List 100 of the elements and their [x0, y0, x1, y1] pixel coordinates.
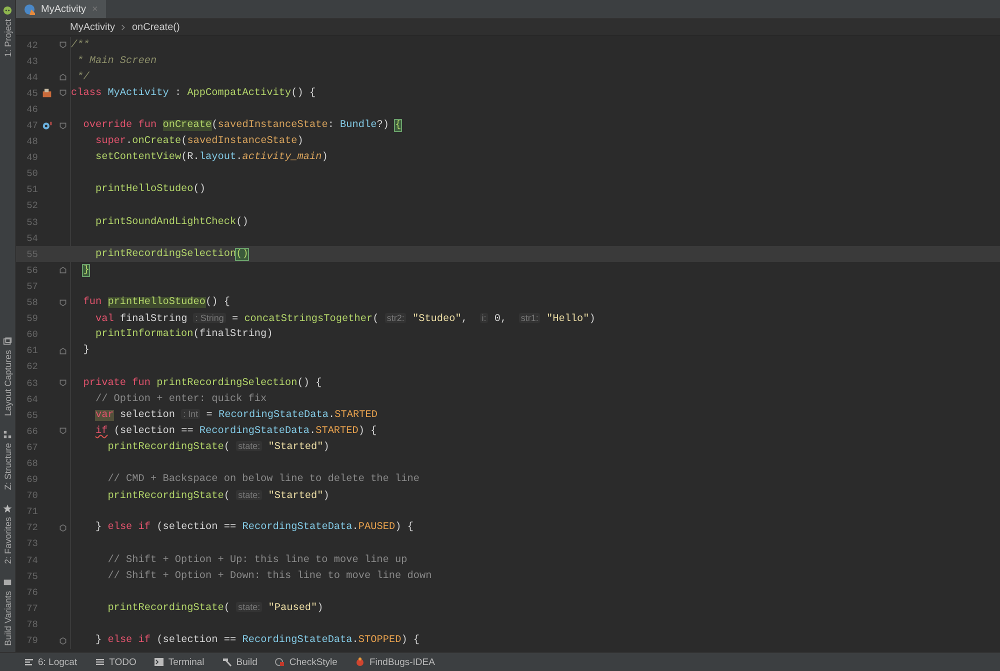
code-text: * Main Screen	[76, 56, 157, 67]
chevron-icon	[121, 24, 126, 30]
line-number: 50	[26, 168, 38, 180]
line-number: 78	[26, 618, 38, 630]
line-number: 70	[26, 490, 38, 502]
line-number: 69	[26, 474, 38, 486]
code-text: printRecordingState( state: "Started")	[106, 490, 330, 502]
fold-marker-icon[interactable]	[59, 524, 67, 532]
line-number: 61	[26, 345, 38, 356]
tool-window-button[interactable]: Z: Structure	[2, 428, 12, 492]
override-marker-icon[interactable]	[42, 120, 52, 131]
line-number: 68	[26, 458, 38, 469]
line-number: 48	[26, 136, 38, 148]
line-number: 45	[26, 88, 38, 99]
fold-marker-icon[interactable]	[59, 427, 67, 436]
code-text: private fun printRecordingSelection() {	[82, 378, 322, 389]
fold-marker-icon[interactable]	[59, 89, 67, 98]
code-text: /**	[71, 40, 90, 51]
tool-window-button[interactable]: 6: Logcat	[22, 656, 80, 668]
kotlin-file-icon	[24, 4, 35, 14]
line-number: 58	[26, 297, 38, 308]
line-number: 60	[26, 329, 38, 340]
class-marker-icon[interactable]	[42, 88, 52, 98]
tool-window-button[interactable]: Layout Captures	[2, 335, 12, 418]
code-text: val finalString : String = concatStringsTogether( str2: "Studeo", i: 0, str1: "Hello")	[94, 312, 596, 325]
code-text: class MyActivity : AppCompatActivity() {	[71, 88, 316, 99]
line-number: 51	[26, 184, 38, 196]
line-number: 52	[26, 200, 38, 212]
line-number: 62	[26, 361, 38, 372]
line-number: 67	[26, 442, 38, 453]
bug-icon	[355, 657, 366, 667]
code-text: setContentView(R.layout.activity_main)	[94, 152, 328, 164]
terminal-icon	[154, 657, 164, 667]
fold-marker-icon[interactable]	[59, 41, 67, 50]
code-text: printHelloStudeo()	[94, 184, 206, 196]
code-text: printSoundAndLightCheck()	[94, 216, 248, 228]
tool-window-button[interactable]: FindBugs-IDEA	[353, 656, 437, 668]
fold-marker-icon[interactable]	[59, 298, 67, 307]
code-text: } else if (selection == RecordingStateData.STOPPED) {	[94, 635, 420, 646]
fold-marker-icon[interactable]	[59, 73, 67, 82]
line-number: 77	[26, 602, 38, 614]
line-number: 65	[26, 410, 38, 421]
code-text: }	[82, 345, 90, 356]
line-number: 72	[26, 522, 38, 534]
checkstyle-icon	[275, 657, 286, 667]
code-text: super.onCreate(savedInstanceState)	[94, 136, 304, 148]
line-number: 59	[26, 313, 38, 324]
star-icon	[3, 504, 12, 514]
line-number: 44	[26, 72, 38, 83]
line-number: 64	[26, 394, 38, 405]
line-number: 47	[26, 120, 38, 132]
tool-window-button[interactable]: TODO	[93, 656, 138, 668]
tool-window-button[interactable]: Terminal	[152, 656, 206, 668]
line-number: 76	[26, 586, 38, 598]
code-text: // CMD + Backspace on below line to delete the line	[106, 474, 420, 486]
tool-window-button[interactable]: 2: Favorites	[2, 502, 12, 566]
fold-marker-icon[interactable]	[59, 266, 67, 274]
code-text: */	[76, 72, 90, 83]
fold-marker-icon[interactable]	[59, 122, 67, 130]
code-text: fun printHelloStudeo() {	[82, 297, 230, 308]
line-number: 63	[26, 378, 38, 389]
line-number: 71	[26, 506, 38, 518]
line-number: 53	[26, 216, 38, 228]
line-number: 56	[26, 264, 38, 276]
fold-marker-icon[interactable]	[59, 379, 67, 388]
line-number: 73	[26, 538, 38, 550]
code-text: // Shift + Option + Down: this line to move line down	[106, 570, 432, 582]
android-icon	[3, 6, 12, 15]
breadcrumb-item[interactable]: MyActivity	[70, 22, 115, 32]
line-number: 74	[26, 554, 38, 566]
line-number: 42	[26, 40, 38, 51]
line-number: 46	[26, 104, 38, 115]
lines-icon	[24, 657, 34, 667]
line-number: 43	[26, 56, 38, 67]
code-text: printRecordingState( state: "Paused")	[106, 602, 324, 614]
breadcrumb-item[interactable]: onCreate()	[132, 22, 180, 32]
code-text: printInformation(finalString)	[94, 329, 273, 340]
line-number: 49	[26, 152, 38, 164]
code-text: // Option + enter: quick fix	[94, 394, 267, 405]
code-text: printRecordingState( state: "Started")	[106, 441, 330, 454]
code-text: if (selection == RecordingStateData.STARTED) {	[94, 426, 377, 437]
tool-window-button[interactable]: 1: Project	[2, 4, 12, 60]
list-icon	[95, 657, 106, 667]
line-number: 79	[26, 635, 38, 646]
tool-window-button[interactable]: Build	[220, 656, 260, 668]
hammer-icon	[222, 657, 232, 667]
code-text: } else if (selection == RecordingStateData.PAUSED) {	[94, 522, 414, 534]
line-number: 75	[26, 570, 38, 582]
code-text: // Shift + Option + Up: this line to move line up	[106, 554, 408, 566]
fold-marker-icon[interactable]	[59, 636, 67, 645]
tool-window-button[interactable]: Build Variants	[2, 576, 12, 648]
tool-window-button[interactable]: CheckStyle	[273, 656, 340, 668]
fold-marker-icon[interactable]	[59, 346, 67, 355]
line-number: 54	[26, 232, 38, 244]
line-number: 57	[26, 280, 38, 292]
structure-icon	[3, 430, 12, 440]
tab-label: MyActivity	[41, 4, 86, 14]
editor-tab[interactable]: MyActivity ×	[16, 0, 106, 18]
line-number: 66	[26, 426, 38, 437]
code-text: var selection : Int = RecordingStateData.STARTED	[94, 409, 378, 422]
